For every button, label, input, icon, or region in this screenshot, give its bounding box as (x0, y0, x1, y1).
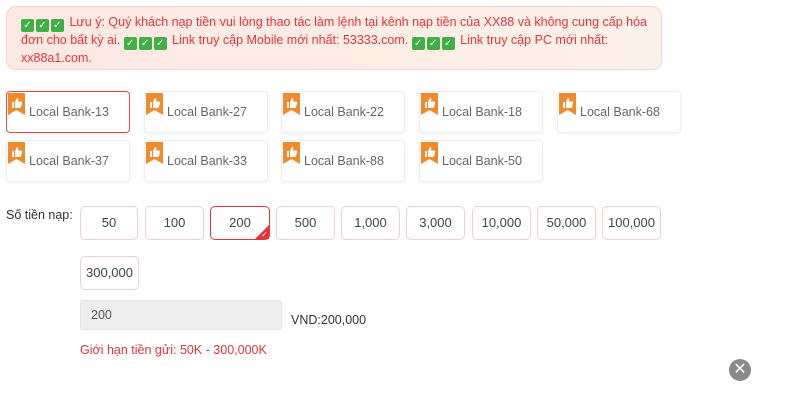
vnd-amount-text: VND:200,000 (291, 313, 367, 327)
amount-option-10000[interactable]: 10,000 (472, 206, 531, 240)
bank-option[interactable]: Local Bank-18 (419, 91, 543, 133)
notice-banner: ✓ ✓ ✓ Lưu ý: Quý khách nạp tiền vui lòng t… (6, 6, 662, 70)
thumbs-up-badge-icon (421, 93, 438, 115)
bank-label: Local Bank-33 (167, 154, 247, 168)
bank-label: Local Bank-22 (304, 105, 384, 119)
bank-label: Local Bank-27 (167, 105, 247, 119)
bank-label: Local Bank-88 (304, 154, 384, 168)
bank-option[interactable]: Local Bank-68 (557, 91, 681, 133)
amount-option-100[interactable]: 100 (145, 206, 204, 240)
amount-option-50000[interactable]: 50,000 (537, 206, 596, 240)
thumbs-up-badge-icon (559, 93, 576, 115)
thumbs-up-badge-icon (283, 142, 300, 164)
deposit-limit-text: Giới hạn tiền gửi: 50K - 300,000K (80, 343, 267, 357)
amount-option-300000[interactable]: 300,000 (80, 256, 139, 290)
bank-label: Local Bank-50 (442, 154, 522, 168)
amount-option-500[interactable]: 500 (276, 206, 335, 240)
thumbs-up-badge-icon (421, 142, 438, 164)
bank-label: Local Bank-13 (29, 105, 109, 119)
bank-option[interactable]: Local Bank-27 (144, 91, 268, 133)
thumbs-up-badge-icon (283, 93, 300, 115)
bank-option[interactable]: Local Bank-22 (281, 91, 405, 133)
check-box-icon: ✓ (36, 19, 49, 32)
check-box-icon: ✓ (441, 37, 455, 50)
check-box-icon: ✓ (153, 37, 167, 50)
check-box-icon: ✓ (138, 37, 152, 50)
amount-option-200[interactable]: 200 ✓ (210, 206, 270, 240)
thumbs-up-badge-icon (146, 142, 163, 164)
check-box-icon: ✓ (123, 37, 137, 50)
bank-option[interactable]: Local Bank-37 (6, 140, 130, 182)
amount-input[interactable]: 200 (80, 300, 282, 330)
amount-option-3000[interactable]: 3,000 (406, 206, 465, 240)
check-box-icon: ✓ (426, 37, 440, 50)
check-box-icon: ✓ (411, 37, 425, 50)
amount-option-label: 200 (229, 215, 251, 230)
amount-option-100000[interactable]: 100,000 (602, 206, 661, 240)
check-box-icon: ✓ (21, 19, 34, 32)
bank-label: Local Bank-37 (29, 154, 109, 168)
check-box-icon: ✓ (51, 19, 64, 32)
bank-option[interactable]: Local Bank-88 (281, 140, 405, 182)
thumbs-up-badge-icon (8, 93, 25, 115)
thumbs-up-badge-icon (146, 93, 163, 115)
amount-option-50[interactable]: 50 (80, 206, 138, 240)
bank-option[interactable]: Local Bank-13 (6, 91, 130, 133)
check-icon: ✓ (261, 230, 268, 239)
bank-label: Local Bank-18 (442, 105, 522, 119)
close-icon[interactable]: ✕ (729, 359, 751, 381)
bank-option[interactable]: Local Bank-50 (419, 140, 543, 182)
amount-label: Số tiền nạp: (6, 208, 73, 222)
amount-option-1000[interactable]: 1,000 (341, 206, 400, 240)
notice-mobile-link: Link truy cập Mobile mới nhất: 53333.com… (168, 33, 412, 47)
thumbs-up-badge-icon (8, 142, 25, 164)
bank-label: Local Bank-68 (580, 105, 660, 119)
bank-option[interactable]: Local Bank-33 (144, 140, 268, 182)
notice-label: Lưu ý: (69, 15, 105, 29)
